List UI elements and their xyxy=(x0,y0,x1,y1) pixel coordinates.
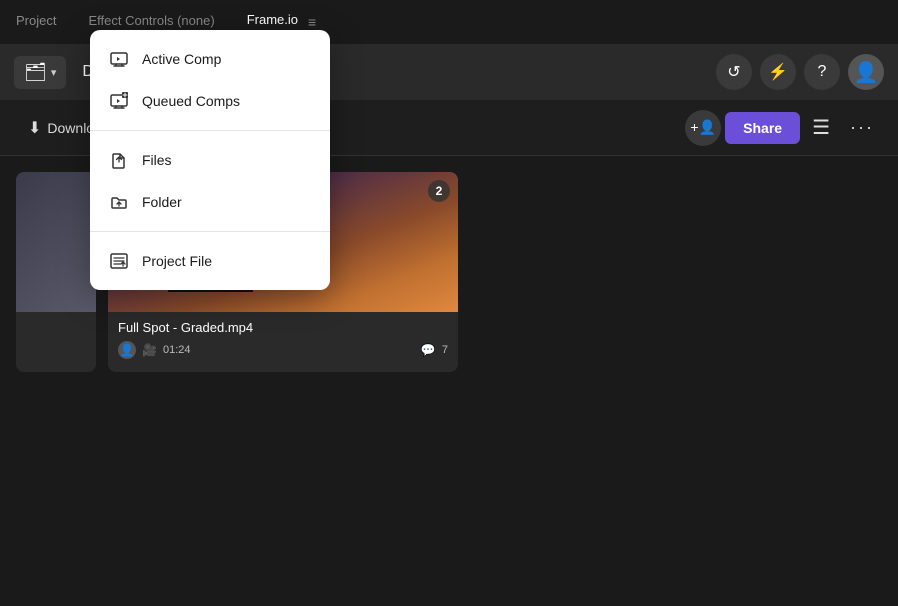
menu-item-project-file[interactable]: Project File xyxy=(90,240,330,282)
refresh-icon: ↺ xyxy=(727,62,740,82)
share-button[interactable]: Share xyxy=(725,112,800,144)
card-title: Full Spot - Graded.mp4 xyxy=(118,320,448,335)
activity-button[interactable]: ⚡ xyxy=(760,54,796,90)
card-info: Full Spot - Graded.mp4 👤 🎥 01:24 💬 7 xyxy=(108,312,458,365)
partial-card-left xyxy=(16,172,96,372)
add-people-icon: +👤 xyxy=(690,119,716,136)
active-comp-icon xyxy=(108,49,130,69)
header-actions: ↺ ⚡ ? 👤 xyxy=(716,54,884,90)
card-duration: 01:24 xyxy=(163,344,191,356)
project-file-label: Project File xyxy=(142,253,212,269)
list-view-icon: ☰ xyxy=(812,117,830,139)
menu-item-active-comp[interactable]: Active Comp xyxy=(90,38,330,80)
menu-section-project: Project File xyxy=(90,231,330,290)
list-view-button[interactable]: ☰ xyxy=(804,111,838,144)
new-dropdown-menu: Active Comp Queued Comps xyxy=(90,30,330,290)
refresh-button[interactable]: ↺ xyxy=(716,54,752,90)
menu-section-comps: Active Comp Queued Comps xyxy=(90,30,330,130)
menu-item-queued-comps[interactable]: Queued Comps xyxy=(90,80,330,122)
folder-label: Folder xyxy=(142,194,182,210)
partial-thumb xyxy=(16,172,96,312)
menu-item-folder[interactable]: Folder xyxy=(90,181,330,223)
menu-section-files: Files Folder xyxy=(90,130,330,231)
bolt-icon: ⚡ xyxy=(768,62,788,82)
badge-count: 2 xyxy=(428,180,450,202)
project-icon-button[interactable]: 🗂 ▾ xyxy=(14,56,66,89)
card-meta: 👤 🎥 01:24 💬 7 xyxy=(118,341,448,359)
project-stack-icon: 🗂 xyxy=(24,62,47,83)
queued-comps-icon xyxy=(108,91,130,111)
queued-comps-label: Queued Comps xyxy=(142,93,240,109)
chevron-down-icon: ▾ xyxy=(51,66,57,79)
comment-count: 7 xyxy=(442,344,448,356)
menu-item-files[interactable]: Files xyxy=(90,139,330,181)
folder-icon xyxy=(108,192,130,212)
comment-icon: 💬 xyxy=(421,343,436,357)
help-button[interactable]: ? xyxy=(804,54,840,90)
tab-menu-icon: ≡ xyxy=(308,14,316,30)
help-icon: ? xyxy=(818,63,827,81)
avatar-button[interactable]: 👤 xyxy=(848,54,884,90)
more-options-button[interactable]: ··· xyxy=(842,113,882,142)
more-icon: ··· xyxy=(850,117,874,137)
active-comp-label: Active Comp xyxy=(142,51,221,67)
tab-project[interactable]: Project xyxy=(16,13,56,32)
camera-icon: 🎥 xyxy=(142,343,157,357)
download-icon: ⬇ xyxy=(28,118,41,138)
card-avatar: 👤 xyxy=(118,341,136,359)
project-file-icon xyxy=(108,251,130,271)
files-icon xyxy=(108,150,130,170)
avatar-icon: 👤 xyxy=(854,60,879,85)
add-people-button[interactable]: +👤 xyxy=(685,110,721,146)
files-label: Files xyxy=(142,152,172,168)
tab-effect-controls[interactable]: Effect Controls (none) xyxy=(88,13,214,32)
